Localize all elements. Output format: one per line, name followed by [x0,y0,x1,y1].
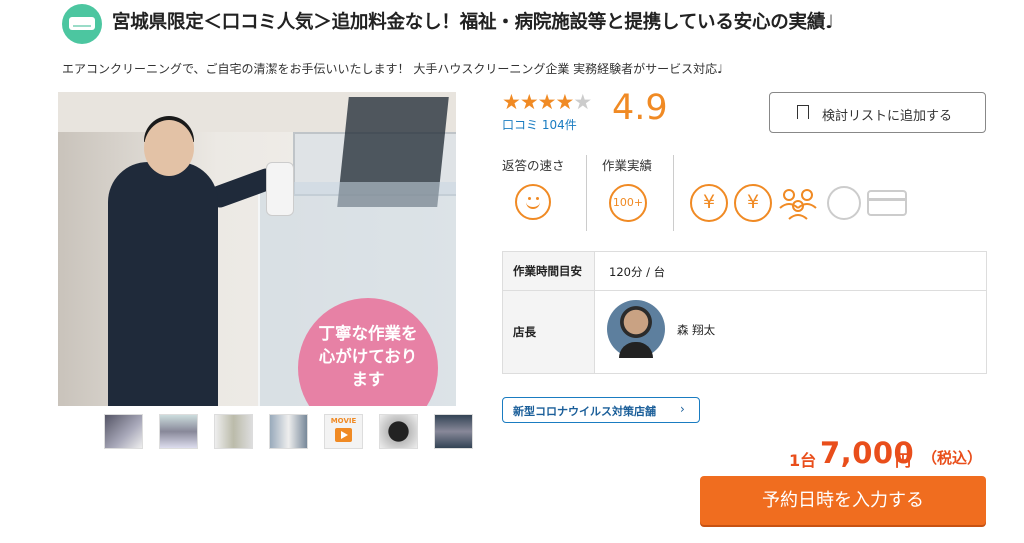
track-record-badge: 100+ [609,184,647,222]
credit-card-icon [867,190,907,216]
star-empty-icon: ★ [573,90,592,114]
movie-thumbnail[interactable]: MOVIE [324,414,363,449]
aircon-category-icon [62,4,102,44]
smile-icon [515,184,551,220]
price-unit: 1台 [789,451,817,470]
play-icon [335,428,352,442]
page-subtitle: エアコンクリーニングで、ご自宅の清潔をお手伝いいたします！ 大手ハウスクリーニン… [62,62,723,76]
thumbnail[interactable] [104,414,143,449]
chevron-right-icon: › [680,402,685,416]
manager-name: 森 翔太 [677,323,716,337]
price-tax-note: （税込） [922,449,983,467]
price-currency: 円 [895,451,912,470]
work-time-label: 作業時間目安 [503,252,595,290]
photo-caption-line: 丁寧な作業を [318,324,418,343]
covid-measures-link[interactable]: 新型コロナウイルス対策店舗 › [502,397,700,423]
no-extra-fee-icon: ¥ [690,184,728,222]
thumbnail[interactable] [379,414,418,449]
thumbnail[interactable] [434,414,473,449]
photo-caption-line: ます [351,370,385,389]
add-to-list-button[interactable]: 検討リストに追加する [769,92,986,133]
reviews-link[interactable]: 口コミ 104件 [502,116,577,133]
page-title: 宮城県限定＜口コミ人気＞追加料金なし！福祉・病院施設等と提携している安心の実績♩ [112,12,834,33]
response-speed-label: 返答の速さ [502,158,565,173]
track-record-label: 作業実績 [602,158,653,173]
covid-measures-label: 新型コロナウイルス対策店舗 [513,405,656,418]
reserve-button[interactable]: 予約日時を入力する [700,476,986,525]
thumbnail[interactable] [159,414,198,449]
star-filled-icon: ★★★★ [502,90,574,114]
price-lock-icon: ¥ [734,184,772,222]
group-icon [777,186,821,220]
main-photo[interactable]: 丁寧な作業を 心がけており ます [58,92,456,406]
add-to-list-label: 検討リストに追加する [822,109,953,124]
rating-stars: ★★★★★ [502,90,592,114]
badge-divider [586,155,587,231]
photo-caption-line: 心がけており [318,347,418,366]
photo-caption-text: 丁寧な作業を 心がけており ます [298,322,438,391]
thumbnail[interactable] [214,414,253,449]
badge-divider [673,155,674,231]
avatar [607,300,665,358]
manager-label: 店長 [503,290,595,373]
bookmark-icon [797,105,809,125]
info-table: 作業時間目安 120分 / 台 店長 森 翔太 [502,251,987,374]
work-time-value: 120分 / 台 [609,265,666,279]
face-icon [827,186,861,220]
movie-label: MOVIE [330,417,357,425]
thumbnail[interactable] [269,414,308,449]
rating-score: 4.9 [612,88,668,128]
